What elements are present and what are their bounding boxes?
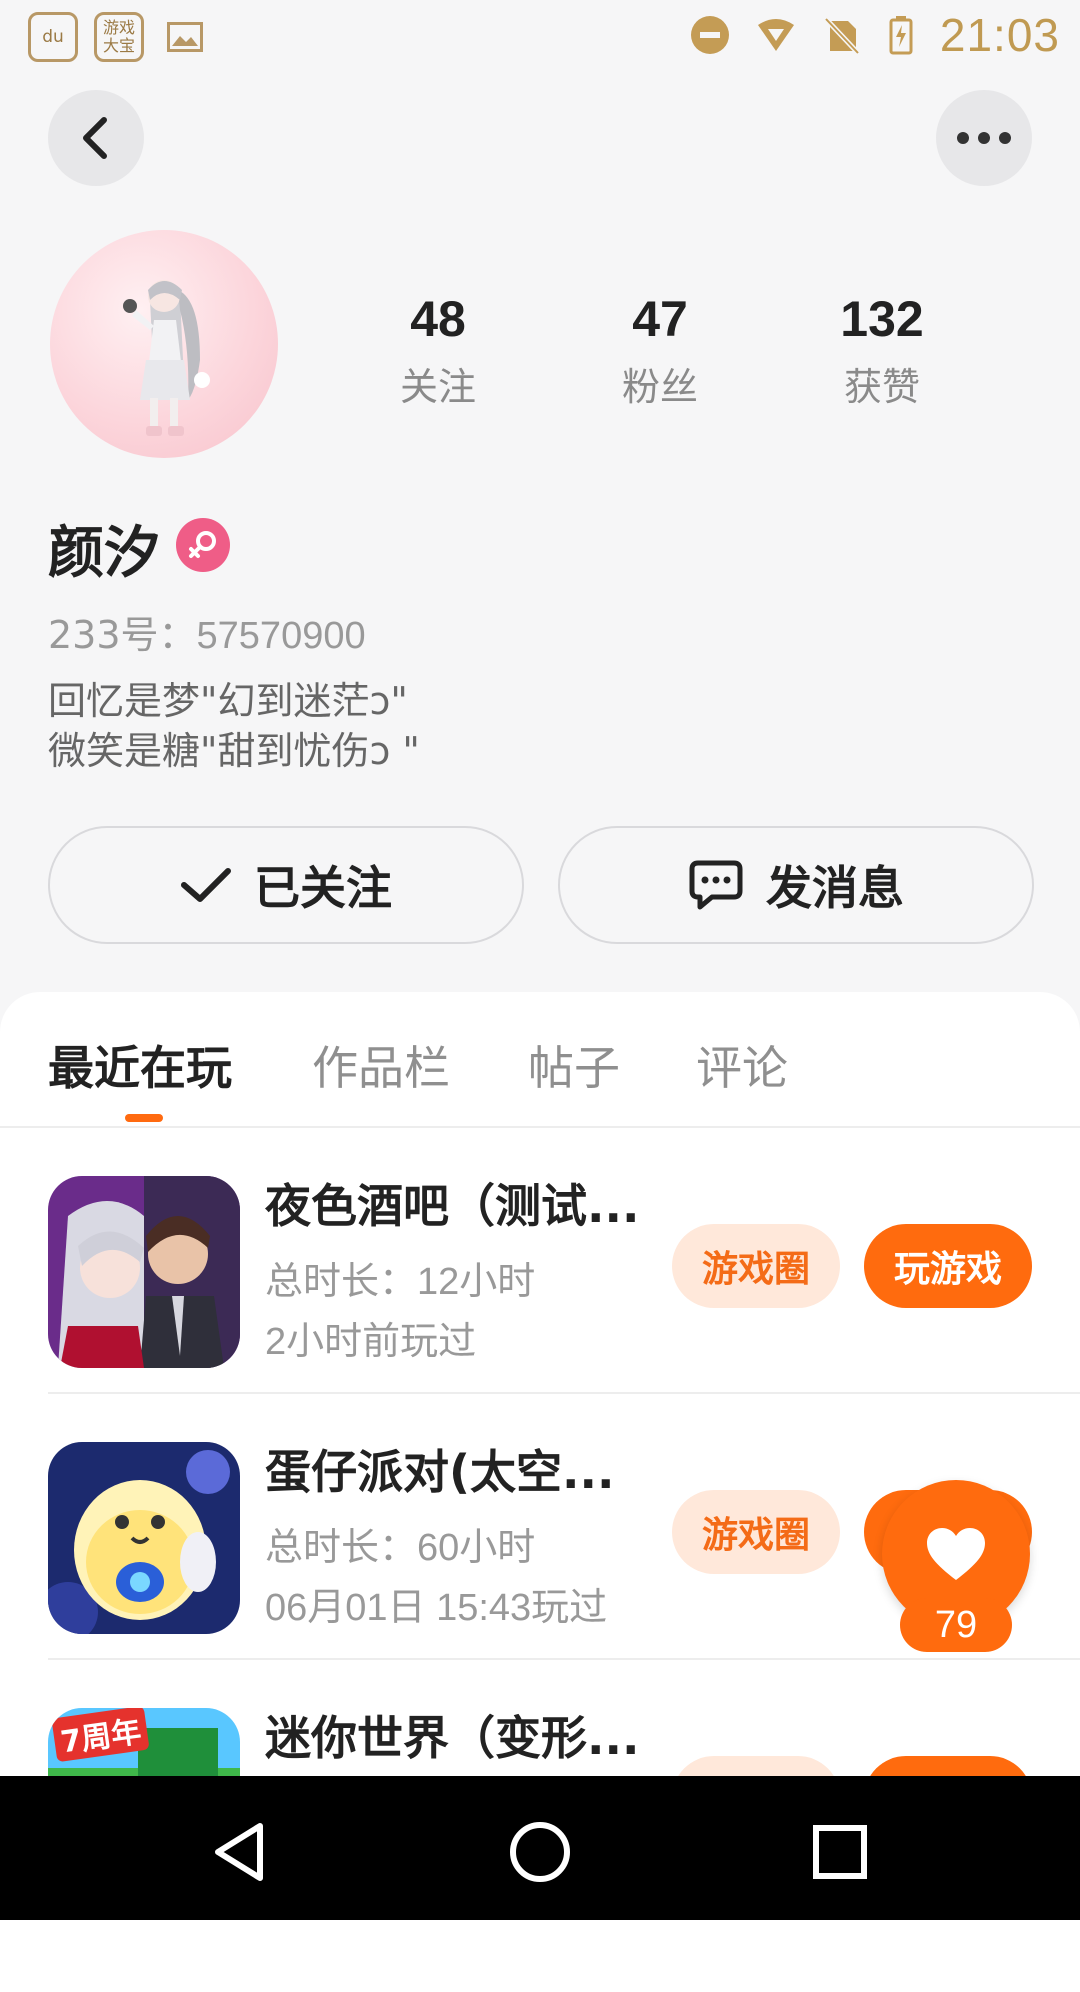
circle-home-icon [510, 1822, 570, 1882]
user-id-value: 57570900 [196, 615, 366, 657]
tab-recently-played[interactable]: 最近在玩 [48, 1032, 232, 1098]
followers-count: 47 [632, 291, 688, 347]
game-icon-night-bar [48, 1176, 240, 1368]
game-circle-button[interactable]: 游戏圈 [672, 1224, 840, 1308]
game-duration: 总时长：60小时 [265, 1516, 535, 1571]
game-circle-button[interactable]: 游戏圈 [672, 1490, 840, 1574]
nav-back-button[interactable] [200, 1812, 280, 1892]
stat-following[interactable]: 48 关注 [358, 290, 518, 411]
wifi-icon [757, 19, 794, 51]
baidu-app-icon: du [28, 12, 78, 62]
nav-home-button[interactable] [500, 1812, 580, 1892]
check-icon [181, 868, 231, 902]
game-app-icon: 游戏大宝 [94, 12, 144, 62]
more-button[interactable] [936, 90, 1032, 186]
active-tab-indicator [125, 1114, 163, 1122]
game-title: 迷你世界（变形... [265, 1711, 640, 1765]
chevron-left-icon [83, 117, 107, 159]
battery-charging-icon [889, 16, 913, 55]
following-count: 48 [410, 291, 466, 347]
stat-likes[interactable]: 132 获赞 [802, 290, 962, 411]
avatar[interactable] [50, 230, 278, 458]
send-message-label: 发消息 [766, 861, 904, 915]
game-duration: 总时长：12小时 [265, 1250, 535, 1305]
tab-comments[interactable]: 评论 [696, 1032, 788, 1098]
likes-label: 获赞 [843, 365, 920, 409]
game-last-played: 2小时前玩过 [265, 1321, 477, 1363]
followed-button[interactable]: 已关注 [48, 826, 524, 944]
back-button[interactable] [48, 90, 144, 186]
female-icon [176, 518, 230, 572]
status-bar: du 游戏大宝 21:03 [0, 0, 1080, 74]
bio: 回忆是梦"幻到迷茫ↄ" 微笑是糖"甜到忧伤ↄ " [48, 679, 420, 773]
send-message-button[interactable]: 发消息 [558, 826, 1034, 944]
duration-value: 60小时 [417, 1527, 536, 1569]
followers-label: 粉丝 [621, 365, 698, 409]
no-sim-icon [824, 17, 860, 55]
user-id: 233号：57570900 [48, 604, 366, 659]
like-count: 79 [900, 1598, 1012, 1652]
tab-bar: 最近在玩 作品栏 帖子 评论 [0, 992, 1080, 1127]
game-title: 蛋仔派对(太空... [265, 1445, 615, 1499]
system-nav-bar [0, 1776, 1080, 1920]
more-horizontal-icon [957, 132, 1011, 144]
duration-label: 总时长： [265, 1259, 418, 1303]
username: 颜汐 [48, 521, 160, 586]
gallery-icon [160, 12, 210, 62]
triangle-back-icon [215, 1823, 263, 1881]
following-label: 关注 [399, 365, 476, 409]
user-id-label: 233号： [48, 613, 197, 657]
clock: 21:03 [939, 9, 1060, 61]
chat-bubble-icon [689, 860, 743, 910]
dnd-icon [690, 16, 729, 54]
game-icon-eggy-party [48, 1442, 240, 1634]
followed-label: 已关注 [254, 861, 392, 915]
stat-followers[interactable]: 47 粉丝 [580, 290, 740, 411]
nav-recents-button[interactable] [800, 1812, 880, 1892]
square-recents-icon [813, 1825, 867, 1879]
likes-count: 132 [840, 291, 924, 347]
heart-icon [927, 1528, 985, 1580]
game-last-played: 06月01日 15:43玩过 [265, 1587, 608, 1629]
tab-works[interactable]: 作品栏 [312, 1032, 450, 1098]
game-title: 夜色酒吧（测试... [265, 1179, 640, 1233]
tab-posts[interactable]: 帖子 [528, 1032, 620, 1098]
list-item[interactable]: 夜色酒吧（测试... 总时长：12小时 2小时前玩过 游戏圈 玩游戏 [0, 1128, 1080, 1394]
play-game-button[interactable]: 玩游戏 [864, 1224, 1032, 1308]
duration-value: 12小时 [417, 1261, 536, 1303]
duration-label: 总时长： [265, 1525, 418, 1569]
